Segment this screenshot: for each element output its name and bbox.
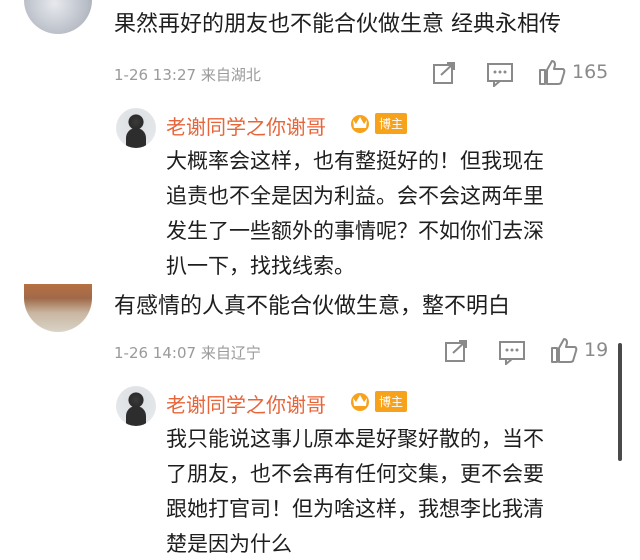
reply-text-line: 了朋友，也不会再有任何交集，更不会要 bbox=[166, 462, 544, 486]
reply-author-avatar[interactable] bbox=[116, 386, 156, 426]
share-button[interactable] bbox=[432, 61, 458, 85]
timestamp: 1-26 13:27 bbox=[114, 66, 197, 84]
reply-text-line: 大概率会这样，也有整挺好的！但我现在 bbox=[166, 149, 544, 173]
reply-text-line: 追责也不全是因为利益。会不会这两年里 bbox=[166, 184, 544, 208]
blogger-badge: 博主 bbox=[347, 112, 408, 134]
like-count: 19 bbox=[584, 339, 609, 361]
reply-author-name[interactable]: 老谢同学之你谢哥 bbox=[166, 389, 326, 418]
comment-icon bbox=[487, 63, 513, 87]
comment-text: 果然再好的朋友也不能合伙做生意 经典永相传 bbox=[114, 12, 561, 37]
badge-label: 博主 bbox=[375, 390, 408, 412]
reply-text-line: 楚是因为什么 bbox=[166, 532, 292, 556]
reply-text-line: 发生了一些额外的事情呢？不如你们去深 bbox=[166, 219, 544, 243]
share-icon bbox=[433, 62, 455, 84]
thumbs-up-icon bbox=[539, 60, 566, 85]
reply-author-avatar[interactable] bbox=[116, 108, 156, 148]
comment-button[interactable] bbox=[486, 61, 514, 87]
timestamp: 1-26 14:07 bbox=[114, 344, 197, 362]
commenter-avatar[interactable] bbox=[24, 284, 92, 332]
comment-button[interactable] bbox=[498, 339, 526, 365]
share-icon bbox=[445, 340, 467, 362]
crown-badge-icon bbox=[351, 393, 369, 411]
crown-badge-icon bbox=[351, 115, 369, 133]
comment-text: 有感情的人真不能合伙做生意，整不明白 bbox=[114, 294, 511, 319]
like-count: 165 bbox=[572, 61, 609, 83]
thumbs-up-icon bbox=[551, 338, 578, 363]
blogger-badge: 博主 bbox=[347, 390, 408, 412]
location: 来自辽宁 bbox=[200, 344, 261, 362]
like-button[interactable]: 19 bbox=[550, 336, 608, 364]
comment-icon bbox=[499, 341, 525, 365]
badge-label: 博主 bbox=[375, 112, 408, 134]
share-button[interactable] bbox=[444, 339, 470, 363]
scrollbar-thumb[interactable] bbox=[618, 343, 622, 461]
comment-time: 1-26 13:27 来自湖北 bbox=[114, 64, 261, 85]
reply-text-line: 我只能说这事儿原本是好聚好散的，当不 bbox=[166, 427, 544, 451]
reply-text-line: 跟她打官司！但为啥这样，我想李比我清 bbox=[166, 497, 544, 521]
location: 来自湖北 bbox=[200, 66, 261, 84]
like-button[interactable]: 165 bbox=[538, 58, 608, 86]
reply-text-line: 扒一下，找找线索。 bbox=[166, 254, 355, 278]
comment-time: 1-26 14:07 来自辽宁 bbox=[114, 342, 261, 363]
reply-author-name[interactable]: 老谢同学之你谢哥 bbox=[166, 111, 326, 140]
commenter-avatar[interactable] bbox=[24, 0, 92, 34]
